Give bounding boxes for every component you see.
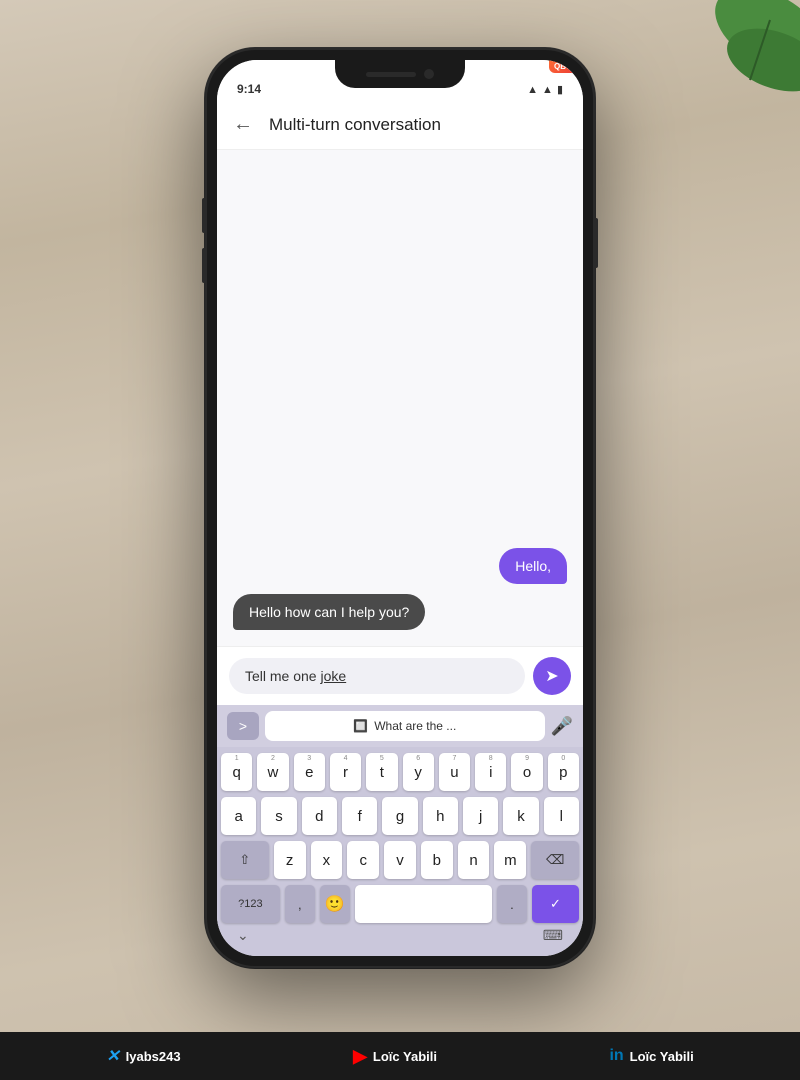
volume-up-button [202, 198, 206, 233]
key-m[interactable]: m [494, 841, 526, 879]
footer-bar: ✕ Iyabs243 ▶ Loïc Yabili in Loïc Yabili [0, 1032, 800, 1080]
debug-badge: QBUG [549, 60, 583, 73]
youtube-icon: ▶ [353, 1046, 367, 1067]
footer-linkedin[interactable]: in Loïc Yabili [609, 1047, 693, 1065]
key-y[interactable]: 6y [403, 753, 434, 791]
microphone-icon[interactable]: 🎤 [551, 716, 573, 737]
key-f[interactable]: f [342, 797, 377, 835]
keyboard-bottom-bar: ⌄ ⌨ [221, 923, 579, 952]
speaker [366, 72, 416, 77]
keyboard-switch-icon[interactable]: ⌨ [543, 927, 563, 944]
youtube-label: Loïc Yabili [373, 1049, 437, 1064]
keyboard-suggestion-bar: > 🔲 What are the ... 🎤 [217, 705, 583, 747]
comma-key[interactable]: , [285, 885, 315, 923]
key-n[interactable]: n [458, 841, 490, 879]
ai-message-text: Hello how can I help you? [249, 604, 409, 620]
key-d[interactable]: d [302, 797, 337, 835]
suggestion-chip-text: What are the ... [374, 719, 456, 733]
emoji-key[interactable]: 🙂 [320, 885, 350, 923]
keyboard-row-1: 1q 2w 3e 4r 5t 6y 7u 8i 9o 0p [221, 753, 579, 791]
key-z[interactable]: z [274, 841, 306, 879]
key-b[interactable]: b [421, 841, 453, 879]
confirm-icon: ✓ [550, 896, 561, 912]
shift-key[interactable]: ⇧ [221, 841, 269, 879]
key-e[interactable]: 3e [294, 753, 325, 791]
key-j[interactable]: j [463, 797, 498, 835]
underlined-word: joke [320, 668, 346, 684]
key-u[interactable]: 7u [439, 753, 470, 791]
linkedin-icon: in [609, 1047, 623, 1065]
front-camera [424, 69, 434, 79]
message-input-bar: Tell me one joke ➤ [217, 646, 583, 705]
key-r[interactable]: 4r [330, 753, 361, 791]
comma-label: , [298, 897, 302, 912]
twitter-label: Iyabs243 [126, 1049, 181, 1064]
chat-area: Hello, Hello how can I help you? [217, 150, 583, 646]
user-message: Hello, [499, 548, 567, 584]
suggestion-chip[interactable]: 🔲 What are the ... [265, 711, 545, 741]
message-input[interactable]: Tell me one joke [229, 658, 525, 694]
ai-message: Hello how can I help you? [233, 594, 425, 630]
key-g[interactable]: g [382, 797, 417, 835]
keyboard-row-2: a s d f g h j k l [221, 797, 579, 835]
leaf-decoration [680, 0, 800, 130]
delete-icon: ⌫ [546, 852, 564, 868]
key-c[interactable]: c [347, 841, 379, 879]
key-q[interactable]: 1q [221, 753, 252, 791]
key-t[interactable]: 5t [366, 753, 397, 791]
twitter-icon: ✕ [106, 1046, 119, 1066]
numbers-label: ?123 [238, 898, 262, 910]
notch [335, 60, 465, 88]
app-header: ← Multi-turn conversation [217, 100, 583, 150]
key-s[interactable]: s [261, 797, 296, 835]
key-p[interactable]: 0p [548, 753, 579, 791]
keyboard-row-3: ⇧ z x c v b n m ⌫ [221, 841, 579, 879]
key-x[interactable]: x [311, 841, 343, 879]
key-v[interactable]: v [384, 841, 416, 879]
footer-twitter[interactable]: ✕ Iyabs243 [106, 1046, 180, 1066]
user-message-text: Hello, [515, 558, 551, 574]
footer-youtube[interactable]: ▶ Loïc Yabili [353, 1046, 437, 1067]
send-icon: ➤ [545, 666, 558, 686]
phone-screen: QBUG 9:14 ▲ ▲ ▮ ← Multi-turn conversatio… [217, 60, 583, 956]
chat-spacer [233, 166, 567, 538]
delete-key[interactable]: ⌫ [531, 841, 579, 879]
screen-title: Multi-turn conversation [269, 115, 441, 135]
volume-down-button [202, 248, 206, 283]
send-button[interactable]: ➤ [533, 657, 571, 695]
space-key[interactable] [355, 885, 492, 923]
battery-icon: ▮ [557, 83, 563, 96]
linkedin-label: Loïc Yabili [630, 1049, 694, 1064]
key-w[interactable]: 2w [257, 753, 288, 791]
key-i[interactable]: 8i [475, 753, 506, 791]
status-icons: ▲ ▲ ▮ [527, 83, 563, 96]
numbers-key[interactable]: ?123 [221, 885, 280, 923]
back-button[interactable]: ← [233, 113, 253, 136]
expand-icon: > [239, 718, 247, 734]
key-o[interactable]: 9o [511, 753, 542, 791]
wifi-icon: ▲ [527, 84, 538, 96]
period-key[interactable]: . [497, 885, 527, 923]
period-label: . [510, 897, 514, 912]
key-h[interactable]: h [423, 797, 458, 835]
keyboard: 1q 2w 3e 4r 5t 6y 7u 8i 9o 0p a s d f [217, 747, 583, 956]
emoji-icon: 🙂 [325, 894, 345, 914]
suggestion-chip-icon: 🔲 [353, 719, 368, 733]
phone-device: QBUG 9:14 ▲ ▲ ▮ ← Multi-turn conversatio… [205, 48, 595, 968]
status-time: 9:14 [237, 82, 261, 96]
key-k[interactable]: k [503, 797, 538, 835]
keyboard-row-4: ?123 , 🙂 . ✓ [221, 885, 579, 923]
confirm-key[interactable]: ✓ [532, 885, 579, 923]
shift-icon: ⇧ [239, 852, 250, 868]
key-a[interactable]: a [221, 797, 256, 835]
chevron-down-icon[interactable]: ⌄ [237, 927, 249, 944]
expand-suggestions-button[interactable]: > [227, 712, 259, 740]
power-button [594, 218, 598, 268]
key-l[interactable]: l [544, 797, 579, 835]
signal-icon: ▲ [542, 84, 553, 96]
